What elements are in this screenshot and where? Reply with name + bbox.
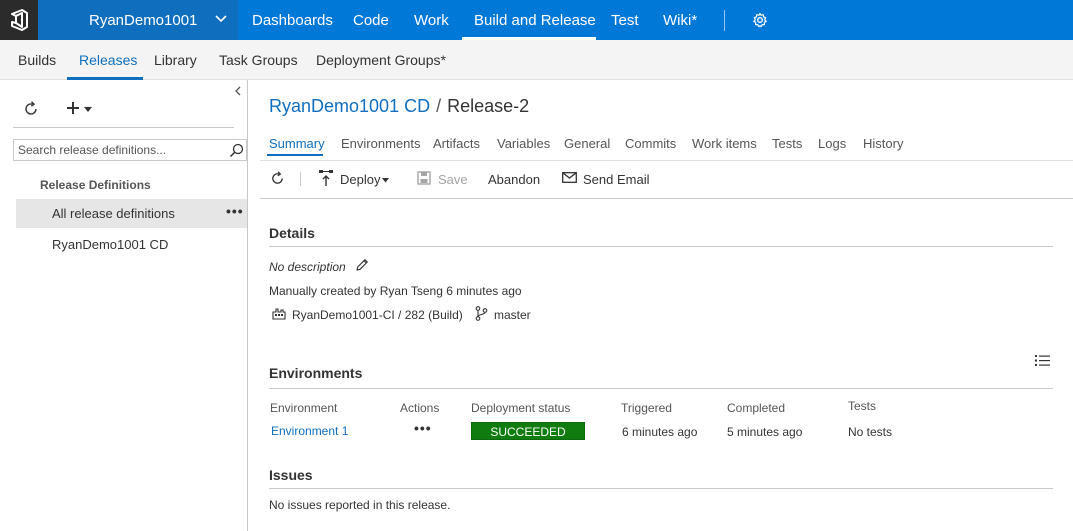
column-header-deployment-status: Deployment status	[471, 401, 571, 415]
issues-heading: Issues	[269, 467, 313, 483]
top-bar: RyanDemo1001 Dashboards Code Work Build …	[0, 0, 1073, 40]
refresh-icon[interactable]	[23, 101, 39, 117]
subnav-releases[interactable]: Releases	[79, 52, 137, 68]
tests-value: No tests	[848, 425, 893, 439]
subnav-builds[interactable]: Builds	[18, 52, 56, 68]
vsts-logo-button[interactable]	[0, 0, 38, 40]
toolbar-divider	[260, 198, 1073, 199]
artifact-link[interactable]: RyanDemo1001-CI / 282 (Build)	[292, 308, 463, 322]
environments-heading: Environments	[269, 365, 363, 381]
caret-down-icon	[382, 178, 389, 183]
column-header-triggered: Triggered	[621, 401, 672, 415]
environments-divider	[269, 388, 1053, 389]
description-text: No description	[269, 260, 346, 274]
created-by-text: Manually created by Ryan Tseng 6 minutes…	[269, 284, 522, 298]
pencil-icon[interactable]	[355, 258, 369, 272]
completed-value: 5 minutes ago	[727, 425, 803, 439]
gear-icon[interactable]	[752, 12, 768, 28]
column-header-tests: Tests	[848, 399, 877, 413]
breadcrumb: RyanDemo1001 CD / Release-2	[269, 96, 529, 117]
search-icon[interactable]	[229, 143, 244, 158]
triggered-value: 6 minutes ago	[622, 425, 698, 439]
column-header-actions: Actions	[400, 401, 440, 415]
chevron-left-icon[interactable]	[233, 86, 243, 96]
column-header-completed: Completed	[727, 401, 786, 415]
mail-icon	[562, 172, 577, 183]
main-content: RyanDemo1001 CD / Release-2 Summary Enviro…	[249, 80, 1073, 531]
project-selector[interactable]: RyanDemo1001	[38, 0, 238, 40]
tabs-divider	[260, 160, 1073, 161]
nav-test[interactable]: Test	[611, 12, 639, 29]
breadcrumb-definition-link[interactable]: RyanDemo1001 CD	[269, 96, 430, 116]
column-header-environment: Environment	[270, 401, 338, 415]
more-actions-button[interactable]: •••	[226, 203, 244, 219]
tab-summary[interactable]: Summary	[269, 136, 325, 151]
build-artifact-icon	[272, 308, 286, 320]
issues-text: No issues reported in this release.	[269, 498, 451, 512]
tab-environments[interactable]: Environments	[341, 136, 420, 151]
deploy-label: Deploy	[340, 172, 381, 187]
save-icon	[417, 171, 431, 185]
deploy-button[interactable]: Deploy	[318, 169, 390, 189]
status-badge[interactable]: SUCCEEDED	[471, 422, 585, 440]
list-item-label: All release definitions	[52, 206, 175, 221]
refresh-icon[interactable]	[270, 171, 285, 186]
list-item-all-release-definitions[interactable]: All release definitions •••	[16, 199, 247, 228]
breadcrumb-separator: /	[436, 96, 442, 116]
tab-artifacts[interactable]: Artifacts	[433, 136, 480, 151]
toolbar-separator	[300, 172, 301, 186]
subnav-task-groups[interactable]: Task Groups	[219, 52, 298, 68]
nav-wiki[interactable]: Wiki*	[663, 12, 697, 29]
tab-work-items[interactable]: Work items	[692, 136, 757, 151]
plus-icon[interactable]	[65, 100, 81, 116]
branch-text: master	[494, 308, 531, 322]
details-heading: Details	[269, 225, 315, 241]
breadcrumb-release: Release-2	[447, 96, 530, 116]
send-email-button[interactable]: Send Email	[583, 172, 649, 187]
deploy-icon	[319, 170, 333, 186]
release-definitions-heading: Release Definitions	[40, 178, 151, 192]
tab-variables[interactable]: Variables	[497, 136, 550, 151]
subnav-deployment-groups[interactable]: Deployment Groups*	[316, 52, 446, 68]
tab-commits[interactable]: Commits	[625, 136, 676, 151]
tab-general[interactable]: General	[564, 136, 610, 151]
vsts-logo-icon	[11, 9, 28, 31]
list-item-ryandemo1001-cd[interactable]: RyanDemo1001 CD	[52, 237, 168, 252]
left-divider	[13, 127, 234, 128]
sub-nav: Builds Releases Library Task Groups Depl…	[0, 40, 1073, 80]
save-button[interactable]: Save	[438, 172, 468, 187]
list-view-icon[interactable]	[1035, 354, 1050, 367]
details-divider	[269, 246, 1053, 247]
tab-tests[interactable]: Tests	[772, 136, 802, 151]
chevron-down-icon	[215, 15, 227, 23]
nav-dashboards[interactable]: Dashboards	[252, 12, 333, 29]
search-input[interactable]	[14, 140, 224, 160]
left-panel: Release Definitions All release definiti…	[0, 80, 248, 531]
caret-down-icon[interactable]	[84, 107, 92, 113]
environment-actions-button[interactable]: •••	[414, 420, 432, 436]
nav-code[interactable]: Code	[353, 12, 389, 29]
subnav-library[interactable]: Library	[154, 52, 197, 68]
tab-history[interactable]: History	[863, 136, 903, 151]
nav-separator	[724, 10, 725, 31]
project-name: RyanDemo1001	[89, 12, 198, 29]
search-box	[13, 139, 247, 161]
nav-build-and-release[interactable]: Build and Release	[474, 12, 596, 29]
tab-active-indicator	[267, 154, 323, 156]
abandon-button[interactable]: Abandon	[488, 172, 540, 187]
tab-logs[interactable]: Logs	[818, 136, 846, 151]
issues-divider	[269, 488, 1053, 489]
branch-icon	[475, 306, 488, 321]
nav-work[interactable]: Work	[414, 12, 449, 29]
environment-link[interactable]: Environment 1	[271, 424, 348, 438]
